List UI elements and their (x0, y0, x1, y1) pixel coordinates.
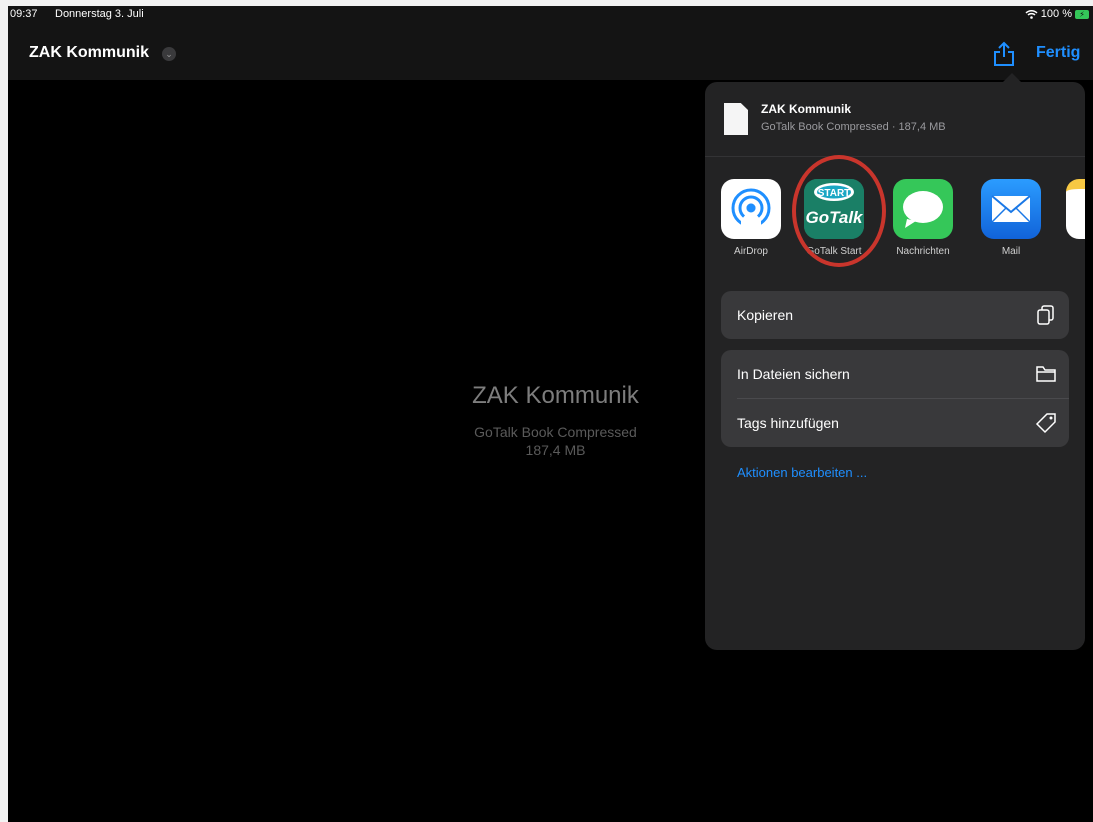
preview-file-size: 187,4 MB (525, 442, 586, 458)
share-sheet-header: ZAK Kommunik GoTalk Book Compressed · 18… (705, 82, 1085, 157)
red-highlight-circle (792, 155, 886, 267)
action-group-copy: Kopieren (721, 291, 1069, 339)
battery-percent: 100 % (1040, 8, 1072, 20)
preview-file-type: GoTalk Book Compressed (474, 424, 637, 440)
document-title[interactable]: ZAK Kommunik (29, 44, 149, 62)
wifi-icon (1025, 10, 1038, 19)
notes-icon (1066, 179, 1085, 239)
app-label: Nachrichten (896, 246, 950, 257)
app-notes-partial[interactable]: N (1060, 179, 1085, 257)
status-date: Donnerstag 3. Juli (55, 8, 144, 20)
folder-icon (1036, 366, 1056, 382)
share-sheet: ZAK Kommunik GoTalk Book Compressed · 18… (705, 82, 1085, 650)
app-label: AirDrop (734, 246, 768, 257)
tag-icon (1035, 413, 1056, 434)
device-screen: 09:37 Donnerstag 3. Juli 100 % ⚡ ZAK Kom… (8, 6, 1093, 822)
done-button[interactable]: Fertig (1036, 44, 1080, 62)
edit-actions-link[interactable]: Aktionen bearbeiten ... (737, 465, 867, 480)
action-add-tags[interactable]: Tags hinzufügen (721, 399, 1069, 447)
action-save-to-files[interactable]: In Dateien sichern (721, 350, 1069, 398)
action-group-files: In Dateien sichern Tags hinzufügen (721, 350, 1069, 447)
navigation-bar: ZAK Kommunik ⌄ Fertig (8, 24, 1093, 80)
status-right: 100 % ⚡ (1025, 8, 1089, 20)
document-icon (724, 103, 748, 135)
share-file-meta: GoTalk Book Compressed · 187,4 MB (761, 121, 946, 133)
chevron-down-icon[interactable]: ⌄ (162, 47, 176, 61)
app-airdrop[interactable]: AirDrop (715, 179, 787, 257)
app-label: Mail (1001, 246, 1021, 257)
action-label: In Dateien sichern (737, 366, 850, 382)
status-bar: 09:37 Donnerstag 3. Juli 100 % ⚡ (8, 6, 1093, 24)
battery-charging-icon: ⚡ (1075, 9, 1089, 19)
action-label: Kopieren (737, 307, 794, 323)
action-copy[interactable]: Kopieren (721, 291, 1069, 339)
airdrop-icon (721, 179, 781, 239)
app-label: N (1060, 246, 1085, 257)
messages-icon (893, 179, 953, 239)
share-file-name: ZAK Kommunik (761, 102, 851, 116)
action-label: Tags hinzufügen (737, 415, 839, 431)
status-time: 09:37 (10, 8, 38, 20)
share-icon[interactable] (992, 41, 1016, 67)
app-messages[interactable]: Nachrichten (887, 179, 959, 257)
app-mail[interactable]: Mail (975, 179, 1047, 257)
copy-icon (1037, 305, 1054, 325)
preview-file-name: ZAK Kommunik (472, 382, 639, 409)
mail-icon (981, 179, 1041, 239)
